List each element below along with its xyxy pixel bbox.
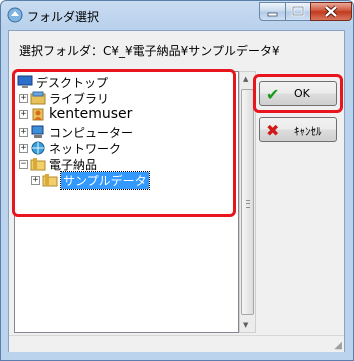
- status-bar: ◢: [9, 335, 344, 352]
- cancel-button-label: ｷｬﾝｾﾙ: [294, 125, 322, 138]
- highlight-frame-ok: [253, 74, 343, 113]
- maximize-button[interactable]: [285, 2, 311, 21]
- cross-icon: ✖: [266, 121, 280, 140]
- resize-grip-icon[interactable]: ◢: [334, 340, 342, 351]
- app-icon: [7, 7, 23, 23]
- window-title: フォルダ選択: [27, 10, 100, 24]
- title-bar[interactable]: フォルダ選択: [1, 1, 353, 30]
- folder-select-dialog: フォルダ選択 選択フォルダ：C¥_¥電子納品¥サンプルデータ¥ デスクトップ +…: [0, 0, 354, 361]
- selected-folder-path: 選択フォルダ：C¥_¥電子納品¥サンプルデータ¥: [19, 42, 280, 59]
- highlight-frame-tree: [12, 69, 236, 217]
- scroll-grip-icon: [246, 200, 250, 208]
- minimize-icon: [267, 12, 278, 17]
- close-icon: [324, 5, 338, 18]
- selected-folder-label: 選択フォルダ：: [19, 44, 104, 58]
- minimize-button[interactable]: [259, 2, 286, 21]
- scroll-up-arrow-icon[interactable]: ▲: [243, 75, 248, 83]
- cancel-button[interactable]: ✖ ｷｬﾝｾﾙ: [259, 117, 337, 142]
- scroll-thumb[interactable]: [241, 89, 254, 315]
- scroll-down-arrow-icon[interactable]: ▼: [243, 321, 248, 329]
- maximize-icon: [291, 5, 305, 17]
- close-button[interactable]: [310, 2, 352, 21]
- dialog-body: 選択フォルダ：C¥_¥電子納品¥サンプルデータ¥ デスクトップ + ライブラリ: [8, 30, 345, 352]
- selected-folder-value: C¥_¥電子納品¥サンプルデータ¥: [103, 44, 280, 58]
